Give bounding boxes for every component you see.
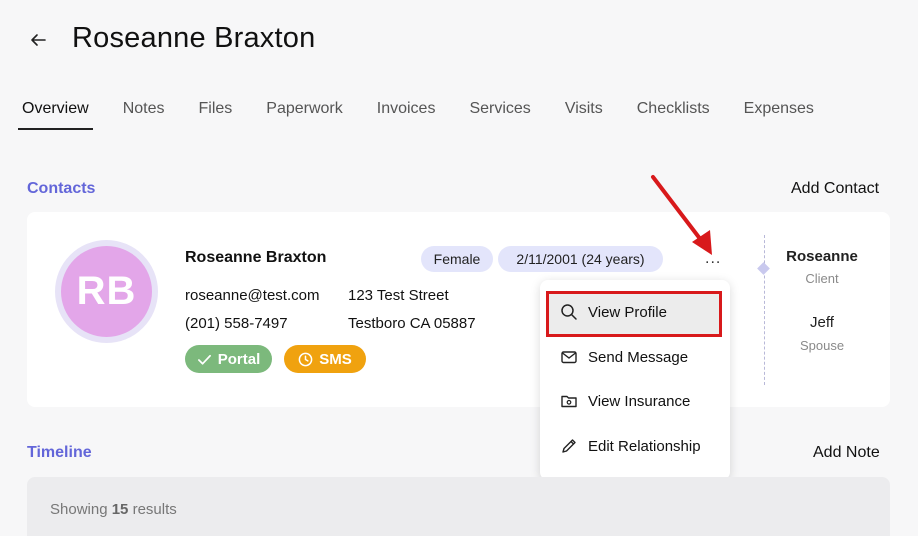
- menu-item-edit-relationship[interactable]: Edit Relationship: [560, 437, 701, 455]
- relationship-name-spouse[interactable]: Jeff: [784, 314, 860, 331]
- gender-badge: Female: [421, 246, 493, 272]
- page-title: Roseanne Braxton: [72, 22, 316, 54]
- relationship-role-spouse: Spouse: [799, 338, 845, 353]
- relationship-marker: [757, 262, 770, 275]
- menu-item-label: View Profile: [588, 303, 667, 321]
- showing-prefix: Showing: [50, 501, 108, 518]
- contact-phone: (201) 558-7497: [185, 315, 288, 332]
- tab-services[interactable]: Services: [465, 96, 534, 130]
- check-icon: [197, 354, 211, 365]
- tab-visits[interactable]: Visits: [561, 96, 607, 130]
- tab-invoices[interactable]: Invoices: [373, 96, 440, 130]
- timeline-heading: Timeline: [27, 444, 92, 461]
- contacts-heading: Contacts: [27, 180, 96, 197]
- relationship-name-client[interactable]: Roseanne: [784, 248, 860, 265]
- portal-label: Portal: [217, 350, 261, 368]
- avatar: RB: [55, 240, 158, 343]
- relationship-divider: [764, 235, 765, 385]
- tab-files[interactable]: Files: [194, 96, 236, 130]
- menu-item-label: Send Message: [588, 348, 689, 366]
- contact-card: RB Roseanne Braxton Female 2/11/2001 (24…: [27, 212, 890, 407]
- clock-icon: [298, 352, 313, 366]
- tab-bar: Overview Notes Files Paperwork Invoices …: [18, 96, 844, 130]
- back-arrow-icon[interactable]: [28, 30, 48, 50]
- contact-actions-menu: View Profile Send Message View Insurance…: [540, 280, 730, 480]
- contact-name: Roseanne Braxton: [185, 249, 327, 266]
- timeline-panel: Showing 15 results: [27, 477, 890, 536]
- tab-notes[interactable]: Notes: [119, 96, 169, 130]
- add-contact-button[interactable]: Add Contact: [791, 180, 879, 198]
- pencil-icon: [562, 439, 576, 453]
- avatar-initials: RB: [61, 246, 152, 337]
- sms-badge[interactable]: SMS: [284, 345, 366, 373]
- tab-checklists[interactable]: Checklists: [633, 96, 714, 130]
- tab-overview[interactable]: Overview: [18, 96, 93, 130]
- portal-badge[interactable]: Portal: [185, 345, 272, 373]
- contact-street: 123 Test Street: [348, 287, 449, 304]
- sms-label: SMS: [319, 350, 352, 368]
- menu-item-label: Edit Relationship: [588, 437, 701, 455]
- search-icon: [561, 304, 577, 320]
- menu-item-view-profile[interactable]: View Profile: [560, 303, 667, 321]
- tab-expenses[interactable]: Expenses: [740, 96, 818, 130]
- menu-item-label: View Insurance: [588, 392, 691, 410]
- results-count: Showing 15 results: [50, 501, 177, 518]
- menu-item-send-message[interactable]: Send Message: [560, 348, 688, 366]
- add-note-button[interactable]: Add Note: [813, 444, 880, 462]
- mail-icon: [561, 351, 577, 364]
- contact-city: Testboro CA 05887: [348, 315, 476, 332]
- relationship-role-client: Client: [805, 271, 839, 286]
- results-number: 15: [111, 501, 129, 518]
- annotation-arrow-icon: [651, 175, 712, 255]
- menu-item-view-insurance[interactable]: View Insurance: [560, 392, 690, 410]
- tab-paperwork[interactable]: Paperwork: [262, 96, 346, 130]
- dob-badge: 2/11/2001 (24 years): [498, 246, 663, 272]
- contact-email: roseanne@test.com: [185, 287, 320, 304]
- showing-suffix: results: [132, 501, 177, 518]
- folder-icon: [561, 395, 577, 408]
